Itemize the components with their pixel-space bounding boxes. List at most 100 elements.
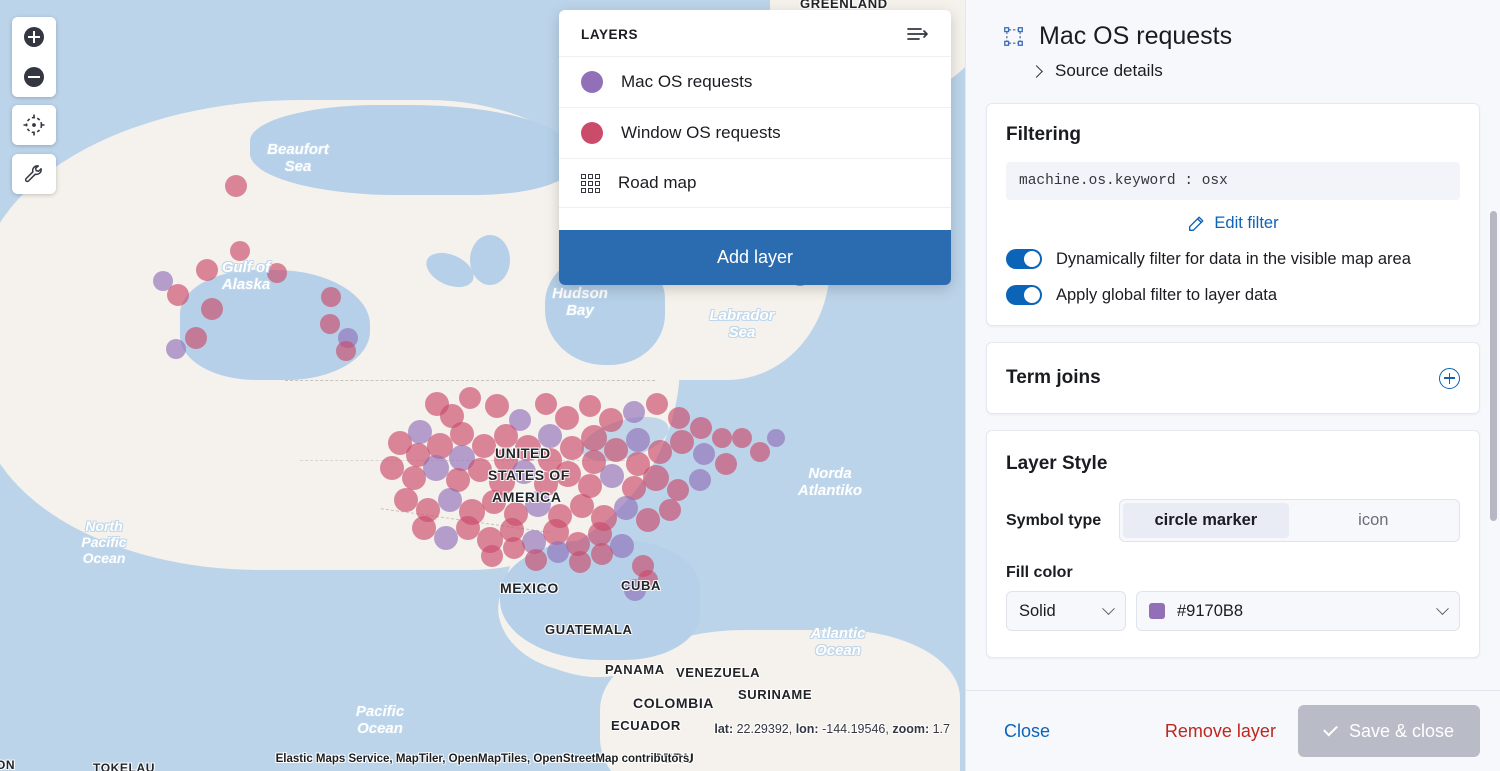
chevron-down-icon xyxy=(1102,602,1115,615)
map-marker[interactable] xyxy=(412,516,436,540)
map-marker[interactable] xyxy=(535,393,557,415)
map-marker[interactable] xyxy=(732,428,752,448)
remove-layer-button[interactable]: Remove layer xyxy=(1165,721,1276,742)
map-water-label: HudsonBay xyxy=(552,285,608,320)
layer-item-label: Mac OS requests xyxy=(621,72,752,92)
map-marker[interactable] xyxy=(690,417,712,439)
map-zoom-controls[interactable] xyxy=(12,17,56,97)
term-joins-heading: Term joins xyxy=(1006,367,1101,389)
map-marker[interactable] xyxy=(230,241,250,261)
settings-scrollbar[interactable] xyxy=(1490,211,1497,521)
map-marker[interactable] xyxy=(689,469,711,491)
map-marker[interactable] xyxy=(434,526,458,550)
map-marker[interactable] xyxy=(459,387,481,409)
map-marker[interactable] xyxy=(450,422,474,446)
map-marker[interactable] xyxy=(667,479,689,501)
map-water-label: PacificOcean xyxy=(356,703,404,738)
map-marker[interactable] xyxy=(636,508,660,532)
map-marker[interactable] xyxy=(569,551,591,573)
crosshair-icon xyxy=(23,114,45,136)
edit-filter-button[interactable]: Edit filter xyxy=(1006,214,1460,233)
map-marker[interactable] xyxy=(166,339,186,359)
map-marker[interactable] xyxy=(380,456,404,480)
map-marker[interactable] xyxy=(715,453,737,475)
map-marker[interactable] xyxy=(321,287,341,307)
map-marker[interactable] xyxy=(693,443,715,465)
add-term-join-button[interactable] xyxy=(1439,368,1460,389)
zoom-out-button[interactable] xyxy=(12,57,56,97)
fill-color-value-select[interactable]: #9170B8 xyxy=(1136,591,1460,631)
map-marker[interactable] xyxy=(604,438,628,462)
map-marker[interactable] xyxy=(167,284,189,306)
layer-item-road-map[interactable]: Road map xyxy=(559,159,951,208)
map-marker[interactable] xyxy=(626,428,650,452)
map-marker[interactable] xyxy=(670,430,694,454)
map-country-label: UNITED xyxy=(495,445,551,461)
global-filter-toggle-row[interactable]: Apply global filter to layer data xyxy=(1006,285,1460,305)
map-marker[interactable] xyxy=(591,543,613,565)
dynamic-filter-toggle-row[interactable]: Dynamically filter for data in the visib… xyxy=(1006,249,1460,269)
map-marker[interactable] xyxy=(643,465,669,491)
map-marker[interactable] xyxy=(668,407,690,429)
map-marker[interactable] xyxy=(646,393,668,415)
map-marker[interactable] xyxy=(648,440,672,464)
edit-filter-label: Edit filter xyxy=(1214,214,1278,233)
map-marker[interactable] xyxy=(555,406,579,430)
map-marker[interactable] xyxy=(503,537,525,559)
map-marker[interactable] xyxy=(525,549,547,571)
map-marker[interactable] xyxy=(623,401,645,423)
map-country-label: PANAMA xyxy=(605,662,665,677)
map-marker[interactable] xyxy=(472,434,496,458)
map-marker[interactable] xyxy=(750,442,770,462)
map-country-label: SURINAME xyxy=(738,687,812,702)
symbol-type-option-icon[interactable]: icon xyxy=(1291,503,1456,538)
map-marker[interactable] xyxy=(712,428,732,448)
map-marker[interactable] xyxy=(485,394,509,418)
map-water-label: Gulf ofAlaska xyxy=(222,259,270,294)
layer-item-mac-os-requests[interactable]: Mac OS requests xyxy=(559,57,951,108)
map-marker[interactable] xyxy=(185,327,207,349)
dynamic-filter-label: Dynamically filter for data in the visib… xyxy=(1056,250,1411,269)
map-marker[interactable] xyxy=(581,425,607,451)
term-joins-header: Term joins xyxy=(1006,367,1460,389)
tools-button[interactable] xyxy=(12,154,56,194)
map-marker[interactable] xyxy=(659,499,681,521)
symbol-type-segmented-control[interactable]: circle marker icon xyxy=(1119,499,1460,542)
symbol-type-option-circle-marker[interactable]: circle marker xyxy=(1123,503,1288,538)
map-marker[interactable] xyxy=(394,488,418,512)
layer-item-window-os-requests[interactable]: Window OS requests xyxy=(559,108,951,159)
filter-expression[interactable]: machine.os.keyword : osx xyxy=(1006,162,1460,200)
map-marker[interactable] xyxy=(614,496,638,520)
zoom-in-button[interactable] xyxy=(12,17,56,57)
map-marker[interactable] xyxy=(225,175,247,197)
map-marker[interactable] xyxy=(320,314,340,334)
layer-settings-body[interactable]: Filtering machine.os.keyword : osx Edit … xyxy=(966,91,1500,690)
fit-to-data-control[interactable] xyxy=(12,105,56,145)
map-marker[interactable] xyxy=(196,259,218,281)
map-marker[interactable] xyxy=(600,464,624,488)
map-marker[interactable] xyxy=(481,545,503,567)
global-filter-toggle[interactable] xyxy=(1006,285,1042,305)
fit-to-data-button[interactable] xyxy=(12,105,56,145)
pencil-icon xyxy=(1187,215,1205,233)
fill-color-mode-select[interactable]: Solid xyxy=(1006,591,1126,631)
dynamic-filter-toggle[interactable] xyxy=(1006,249,1042,269)
map-marker[interactable] xyxy=(610,534,634,558)
map-marker[interactable] xyxy=(547,541,569,563)
global-filter-label: Apply global filter to layer data xyxy=(1056,286,1277,305)
map-marker[interactable] xyxy=(767,429,785,447)
map-marker[interactable] xyxy=(336,341,356,361)
reorder-layers-icon[interactable] xyxy=(907,26,929,42)
map-marker[interactable] xyxy=(579,395,601,417)
filtering-heading: Filtering xyxy=(1006,124,1460,146)
close-button[interactable]: Close xyxy=(986,721,1050,742)
layers-panel-title: LAYERS xyxy=(581,27,638,42)
map-marker[interactable] xyxy=(201,298,223,320)
symbol-type-row: Symbol type circle marker icon xyxy=(1006,499,1460,542)
lat-label: lat: xyxy=(714,722,733,736)
add-layer-button[interactable]: Add layer xyxy=(559,230,951,285)
source-details-toggle[interactable]: Source details xyxy=(1004,61,1462,81)
map-marker[interactable] xyxy=(423,455,449,481)
map-tools-control[interactable] xyxy=(12,154,56,194)
save-and-close-button[interactable]: Save & close xyxy=(1298,705,1480,757)
